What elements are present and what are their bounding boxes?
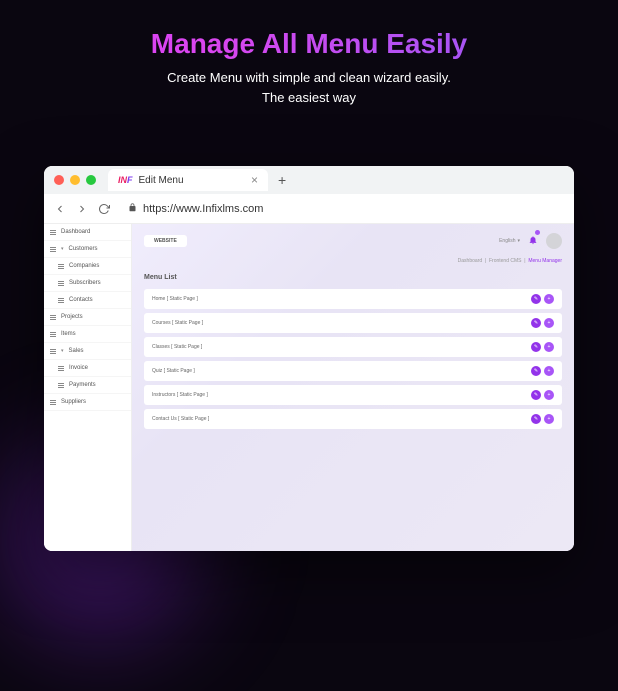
sidebar-item-label: Customers: [69, 246, 98, 252]
edit-button[interactable]: ✎: [531, 318, 541, 328]
forward-button[interactable]: [76, 203, 88, 215]
sidebar-item-label: Dashboard: [61, 229, 90, 235]
bell-icon: [528, 235, 538, 245]
menu-list: Home [ Static Page ]✎+Courses [ Static P…: [144, 289, 562, 429]
sidebar-item-label: Projects: [61, 314, 83, 320]
menu-row-label: Instructors [ Static Page ]: [152, 392, 208, 398]
menu-row-label: Courses [ Static Page ]: [152, 320, 203, 326]
menu-icon: [50, 247, 56, 252]
menu-icon: [58, 281, 64, 286]
close-window-icon[interactable]: [54, 175, 64, 185]
sidebar-item[interactable]: Contacts: [44, 292, 131, 309]
add-button[interactable]: +: [544, 366, 554, 376]
sidebar-item[interactable]: Payments: [44, 377, 131, 394]
add-button[interactable]: +: [544, 294, 554, 304]
chevron-down-icon: ▾: [61, 246, 64, 252]
sidebar-item-label: Sales: [69, 348, 84, 354]
menu-row[interactable]: Quiz [ Static Page ] ✎+: [144, 361, 562, 381]
sidebar-item[interactable]: Invoice: [44, 360, 131, 377]
sidebar-item[interactable]: Dashboard: [44, 224, 131, 241]
menu-icon: [58, 366, 64, 371]
lock-icon: [128, 203, 137, 214]
sidebar-item[interactable]: Companies: [44, 258, 131, 275]
sidebar-item-label: Contacts: [69, 297, 93, 303]
sidebar: Dashboard ▾ Customers Companies Subscribers C…: [44, 224, 132, 551]
edit-button[interactable]: ✎: [531, 342, 541, 352]
sidebar-item[interactable]: Subscribers: [44, 275, 131, 292]
language-selector[interactable]: English ▾: [499, 238, 520, 244]
address-bar: https://www.Infixlms.com: [44, 194, 574, 224]
favicon-icon: INF: [118, 175, 133, 185]
add-button[interactable]: +: [544, 414, 554, 424]
menu-row-label: Classes [ Static Page ]: [152, 344, 202, 350]
menu-icon: [50, 400, 56, 405]
menu-icon: [58, 264, 64, 269]
menu-icon: [50, 349, 56, 354]
breadcrumb-link[interactable]: Frontend CMS: [489, 258, 522, 264]
browser-tab[interactable]: INF Edit Menu ×: [108, 169, 268, 191]
menu-row-label: Contact Us [ Static Page ]: [152, 416, 209, 422]
sidebar-item-label: Payments: [69, 382, 96, 388]
breadcrumb: Dashboard | Frontend CMS | Menu Manager: [144, 258, 562, 264]
back-button[interactable]: [54, 203, 66, 215]
url-text: https://www.Infixlms.com: [143, 203, 263, 215]
sidebar-item-label: Companies: [69, 263, 99, 269]
edit-button[interactable]: ✎: [531, 294, 541, 304]
menu-icon: [50, 332, 56, 337]
menu-icon: [50, 315, 56, 320]
sidebar-item[interactable]: ▾ Sales: [44, 343, 131, 360]
notifications-button[interactable]: [528, 232, 538, 250]
menu-row[interactable]: Contact Us [ Static Page ] ✎+: [144, 409, 562, 429]
breadcrumb-link[interactable]: Dashboard: [458, 258, 482, 264]
menu-row-label: Home [ Static Page ]: [152, 296, 198, 302]
chevron-down-icon: ▾: [61, 348, 64, 354]
tab-title: Edit Menu: [139, 175, 184, 186]
hero-title: Manage All Menu Easily: [0, 28, 618, 60]
section-title: Menu List: [144, 274, 562, 281]
menu-icon: [58, 383, 64, 388]
close-tab-icon[interactable]: ×: [251, 173, 258, 187]
sidebar-item[interactable]: Projects: [44, 309, 131, 326]
menu-row[interactable]: Classes [ Static Page ] ✎+: [144, 337, 562, 357]
minimize-window-icon[interactable]: [70, 175, 80, 185]
menu-row[interactable]: Courses [ Static Page ] ✎+: [144, 313, 562, 333]
browser-window: INF Edit Menu × + https://www.Infixlms.c…: [44, 166, 574, 551]
url-input[interactable]: https://www.Infixlms.com: [120, 203, 564, 215]
sidebar-item[interactable]: ▾ Customers: [44, 241, 131, 258]
website-chip[interactable]: WEBSITE: [144, 235, 187, 247]
edit-button[interactable]: ✎: [531, 414, 541, 424]
add-button[interactable]: +: [544, 390, 554, 400]
add-button[interactable]: +: [544, 342, 554, 352]
menu-row[interactable]: Instructors [ Static Page ] ✎+: [144, 385, 562, 405]
maximize-window-icon[interactable]: [86, 175, 96, 185]
sidebar-item-label: Subscribers: [69, 280, 101, 286]
notification-badge: [535, 230, 540, 235]
browser-tab-bar: INF Edit Menu × +: [44, 166, 574, 194]
add-button[interactable]: +: [544, 318, 554, 328]
menu-row[interactable]: Home [ Static Page ] ✎+: [144, 289, 562, 309]
hero-subtitle: Create Menu with simple and clean wizard…: [0, 68, 618, 107]
sidebar-item-label: Items: [61, 331, 76, 337]
chevron-down-icon: ▾: [517, 238, 520, 244]
menu-row-label: Quiz [ Static Page ]: [152, 368, 195, 374]
sidebar-item-label: Invoice: [69, 365, 88, 371]
edit-button[interactable]: ✎: [531, 390, 541, 400]
new-tab-button[interactable]: +: [278, 172, 286, 188]
breadcrumb-current: Menu Manager: [528, 258, 562, 264]
menu-icon: [50, 230, 56, 235]
sidebar-item-label: Suppliers: [61, 399, 86, 405]
sidebar-item[interactable]: Items: [44, 326, 131, 343]
avatar[interactable]: [546, 233, 562, 249]
sidebar-item[interactable]: Suppliers: [44, 394, 131, 411]
menu-icon: [58, 298, 64, 303]
reload-button[interactable]: [98, 203, 110, 215]
edit-button[interactable]: ✎: [531, 366, 541, 376]
